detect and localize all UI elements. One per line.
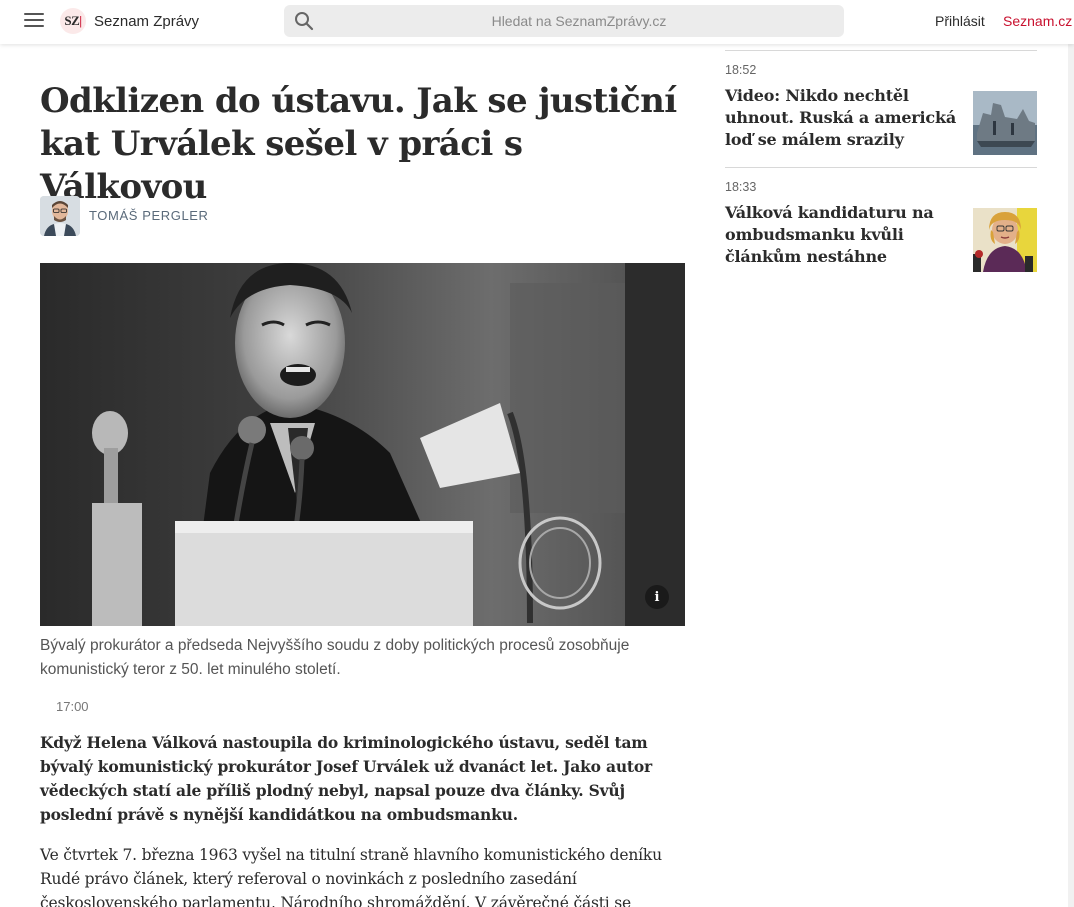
menu-icon[interactable] bbox=[24, 13, 44, 29]
author-avatar[interactable] bbox=[40, 196, 80, 236]
publish-time: 17:00 bbox=[56, 699, 89, 714]
sidebar-divider bbox=[725, 167, 1037, 168]
article-title: Odklizen do ústavu. Jak se justiční kat … bbox=[40, 81, 677, 207]
article-perex: Když Helena Válková nastoupila do krimin… bbox=[40, 733, 652, 824]
author-name[interactable]: TOMÁŠ PERGLER bbox=[89, 208, 209, 223]
search-bar[interactable] bbox=[284, 5, 844, 37]
search-icon[interactable] bbox=[294, 11, 314, 31]
login-link[interactable]: Přihlásit bbox=[935, 13, 985, 29]
sidebar-item-title[interactable]: Video: Nikdo nechtěl uhnout. Ruská a ame… bbox=[725, 85, 960, 151]
sidebar-item-time: 18:33 bbox=[725, 180, 757, 194]
photo-caption: Bývalý prokurátor a předseda Nejvyššího … bbox=[40, 637, 630, 678]
scrollbar[interactable] bbox=[1068, 44, 1074, 907]
sidebar-item-thumbnail[interactable] bbox=[973, 208, 1037, 272]
sidebar-item-thumbnail[interactable] bbox=[973, 91, 1037, 155]
search-input[interactable] bbox=[324, 5, 834, 37]
info-icon[interactable]: i bbox=[645, 585, 669, 609]
brand-name[interactable]: Seznam Zprávy bbox=[94, 13, 199, 30]
article-photo[interactable] bbox=[40, 263, 685, 626]
top-bar: SZ| Seznam Zprávy Přihlásit Seznam.cz bbox=[0, 0, 1074, 44]
sidebar-divider bbox=[725, 50, 1037, 51]
article-body: Ve čtvrtek 7. března 1963 vyšel na titul… bbox=[40, 846, 662, 907]
logo-text: SZ bbox=[64, 13, 80, 28]
sidebar-item-time: 18:52 bbox=[725, 63, 757, 77]
seznam-link[interactable]: Seznam.cz bbox=[1003, 13, 1072, 29]
logo-icon[interactable]: SZ | bbox=[60, 8, 86, 34]
sidebar-item-title[interactable]: Válková kandidaturu na ombudsmanku kvůli… bbox=[725, 202, 960, 268]
